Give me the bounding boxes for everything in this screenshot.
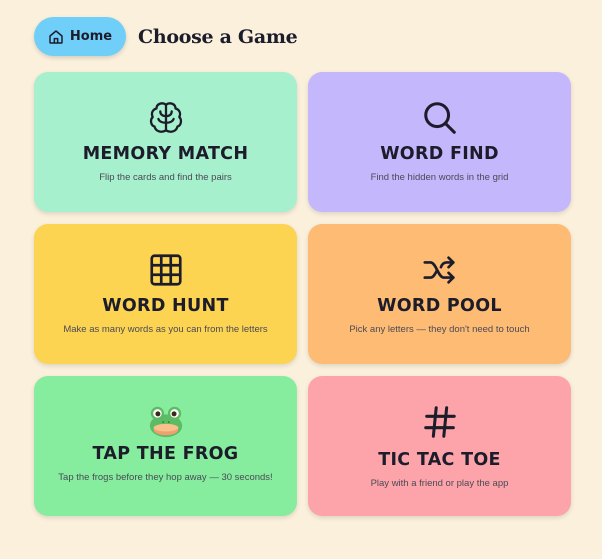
game-card-tap-the-frog[interactable]: TAP THE FROG Tap the frogs before they h… xyxy=(34,376,297,516)
frog-icon xyxy=(149,406,182,438)
brain-icon xyxy=(149,102,182,133)
game-subtitle: Tap the frogs before they hop away — 30 … xyxy=(58,472,273,483)
game-subtitle: Flip the cards and find the pairs xyxy=(99,172,232,183)
game-card-tic-tac-toe[interactable]: TIC TAC TOE Play with a friend or play t… xyxy=(308,376,571,516)
game-subtitle: Make as many words as you can from the l… xyxy=(63,324,268,335)
page-title: Choose a Game xyxy=(138,25,298,48)
shuffle-icon xyxy=(422,256,455,284)
home-icon xyxy=(49,29,63,44)
game-subtitle: Pick any letters — they don't need to to… xyxy=(349,324,530,335)
game-title: WORD POOL xyxy=(377,296,502,316)
game-title: TIC TAC TOE xyxy=(378,450,501,470)
game-title: WORD HUNT xyxy=(102,296,229,316)
hash-icon xyxy=(423,406,456,438)
game-title: MEMORY MATCH xyxy=(82,144,249,164)
game-title: TAP THE FROG xyxy=(92,444,239,464)
grid-icon xyxy=(149,254,182,286)
game-subtitle: Find the hidden words in the grid xyxy=(370,172,509,183)
home-button-label: Home xyxy=(69,29,113,44)
game-card-memory-match[interactable]: MEMORY MATCH Flip the cards and find the… xyxy=(34,72,297,212)
game-card-word-pool[interactable]: WORD POOL Pick any letters — they don't … xyxy=(308,224,571,364)
magnifier-icon xyxy=(423,102,456,134)
home-button[interactable]: Home xyxy=(34,17,126,56)
header: Home Choose a Game xyxy=(34,17,298,56)
game-card-word-hunt[interactable]: WORD HUNT Make as many words as you can … xyxy=(34,224,297,364)
game-title: WORD FIND xyxy=(380,144,499,164)
game-grid: MEMORY MATCH Flip the cards and find the… xyxy=(34,72,571,516)
game-card-word-find[interactable]: WORD FIND Find the hidden words in the g… xyxy=(308,72,571,212)
game-subtitle: Play with a friend or play the app xyxy=(370,478,509,489)
